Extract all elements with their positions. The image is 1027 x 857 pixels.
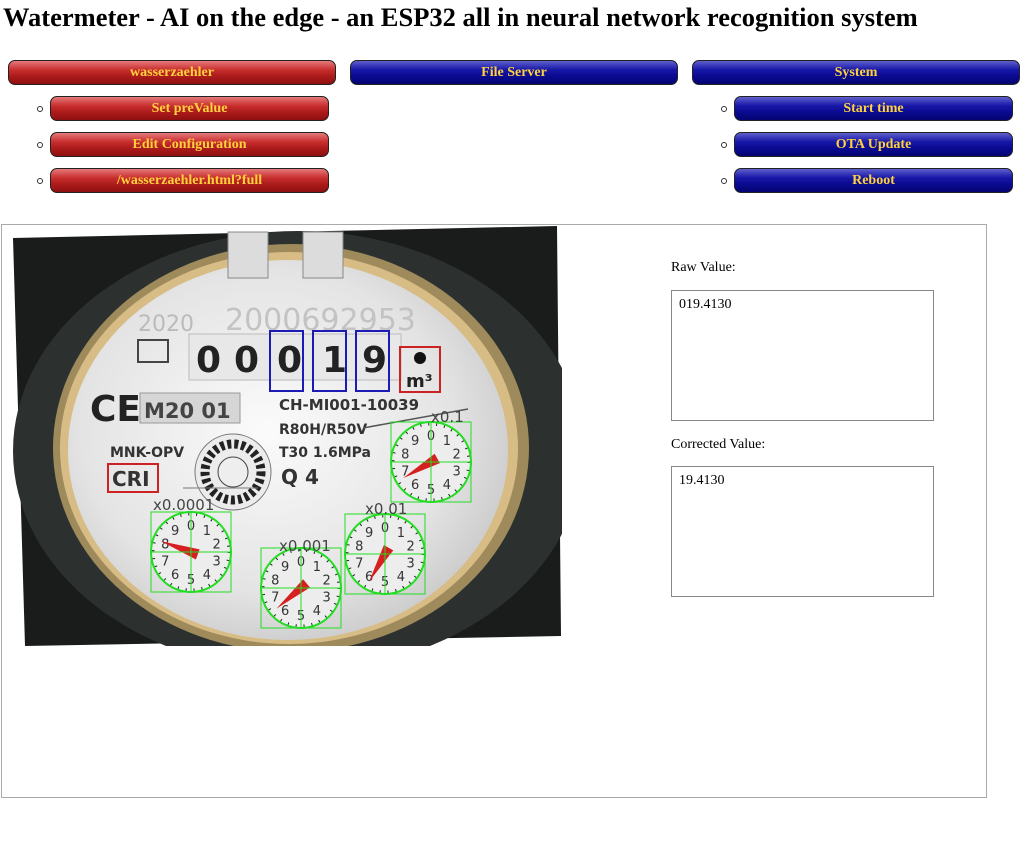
dial-digit: 3: [407, 556, 415, 571]
dial-3: 0 123456789x0.01: [344, 500, 426, 595]
dial-multiplier-label: x0.01: [365, 500, 407, 518]
raw-value-box: 019.4130: [671, 290, 934, 421]
dial-4: 0 123456789x0.1: [390, 408, 472, 503]
q-text: Q 4: [281, 465, 319, 489]
dial-digit: 2: [407, 540, 415, 555]
list-bullet: [721, 178, 727, 184]
dial-digit: 1: [203, 524, 211, 539]
dial-digit: 8: [355, 540, 363, 555]
menu-system-button[interactable]: System: [692, 60, 1020, 85]
wasserzaehler-full-link-button[interactable]: /wasserzaehler.html?full: [50, 168, 329, 193]
dial-digit: 7: [271, 590, 279, 605]
dial-multiplier-label: x0.001: [279, 537, 331, 555]
list-bullet: [37, 142, 43, 148]
dial-digit: 6: [281, 604, 289, 619]
dial-digit: 9: [411, 434, 419, 449]
dial-digit: 9: [171, 524, 179, 539]
dial-digit: 8: [161, 538, 169, 553]
dial-digit: 3: [213, 554, 221, 569]
dial-digit: 7: [161, 554, 169, 569]
ce-mark-text: CE: [90, 389, 141, 430]
dial-digit: 6: [171, 568, 179, 583]
dial-digit: 4: [313, 604, 321, 619]
dial-digit: 8: [271, 574, 279, 589]
range-text: R80H/R50V: [279, 422, 367, 438]
dial-digit: 9: [281, 560, 289, 575]
dial-digit: 6: [411, 478, 419, 493]
dial-digit: 7: [355, 556, 363, 571]
list-bullet: [37, 178, 43, 184]
dial-multiplier-label: x0.0001: [153, 496, 214, 514]
dial-digit: 2: [453, 448, 461, 463]
digit-4: 1: [322, 340, 347, 381]
digit-2: 0: [234, 340, 259, 381]
set-prevalue-button[interactable]: Set preValue: [50, 96, 329, 121]
m20-text: M20 01: [144, 399, 231, 423]
list-bullet: [721, 142, 727, 148]
menu-wasserzaehler-button[interactable]: wasserzaehler: [8, 60, 336, 85]
corrected-value-box: 19.4130: [671, 466, 934, 597]
model-text: CH-MI001-10039: [279, 396, 419, 414]
reboot-button[interactable]: Reboot: [734, 168, 1013, 193]
list-bullet: [37, 106, 43, 112]
edit-configuration-button[interactable]: Edit Configuration: [50, 132, 329, 157]
brand-text: MNK-OPV: [110, 445, 184, 461]
cri-text: CRI: [112, 467, 150, 491]
digit-5: 9: [362, 340, 387, 381]
start-time-button[interactable]: Start time: [734, 96, 1013, 121]
corrected-value-label: Corrected Value:: [671, 437, 766, 452]
dial-digit: 9: [365, 526, 373, 541]
dial-digit: 2: [213, 538, 221, 553]
unit-text: m³: [406, 371, 433, 392]
list-bullet: [721, 106, 727, 112]
dial-digit: 3: [453, 464, 461, 479]
dial-digit: 4: [443, 478, 451, 493]
page-title: Watermeter - AI on the edge - an ESP32 a…: [3, 2, 918, 32]
menu-file-server-button[interactable]: File Server: [350, 60, 678, 85]
meter-image: 2020 2000692953 0 0 0 1 9 m³ CE M20 01 C…: [13, 226, 562, 646]
digit-1: 0: [196, 340, 221, 381]
dial-digit: 4: [203, 568, 211, 583]
dial-digit: 1: [397, 526, 405, 541]
dial-digit: 2: [323, 574, 331, 589]
raw-value-label: Raw Value:: [671, 260, 736, 275]
meter-serial-text: 2000692953: [225, 303, 416, 338]
dial-digit: 1: [313, 560, 321, 575]
digit-3: 0: [277, 340, 302, 381]
dial-multiplier-label: x0.1: [431, 408, 464, 426]
dial-digit: 3: [323, 590, 331, 605]
dial-digit: 8: [401, 448, 409, 463]
meter-year-text: 2020: [138, 312, 194, 337]
dial-digit: 4: [397, 570, 405, 585]
dial-digit: 1: [443, 434, 451, 449]
temp-text: T30 1.6MPa: [279, 445, 371, 461]
ota-update-button[interactable]: OTA Update: [734, 132, 1013, 157]
